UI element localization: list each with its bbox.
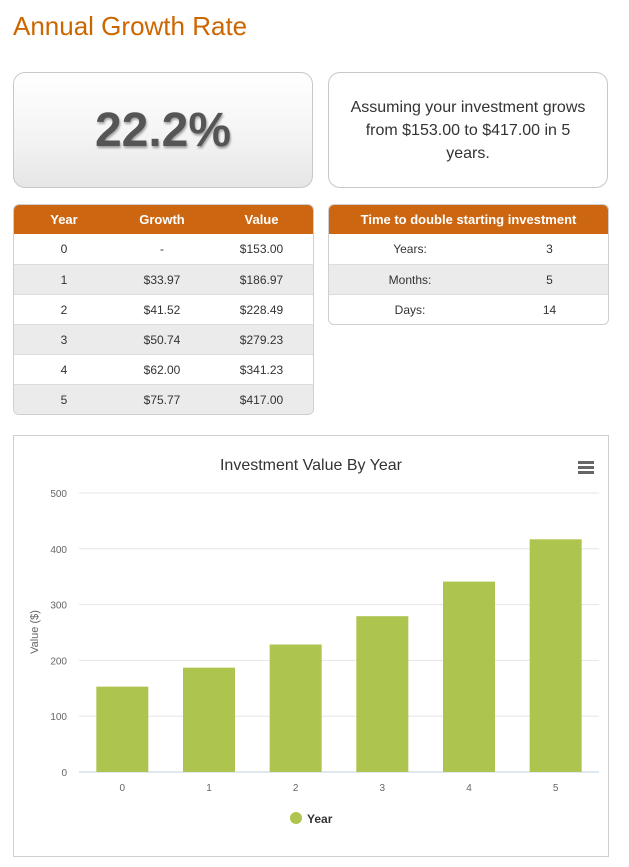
chart-bar[interactable]: [269, 644, 322, 772]
assumption-text: Assuming your investment grows from $153…: [350, 98, 586, 162]
y-tick-label: 200: [50, 656, 67, 667]
x-tick-label: 5: [553, 783, 559, 794]
value-cell: $279.23: [239, 332, 284, 347]
page-title: Annual Growth Rate: [13, 11, 248, 41]
period-value: 5: [546, 272, 553, 287]
x-axis-ticks: 0 1 2 3 4 5: [120, 783, 559, 794]
table-row: Days: 14: [329, 294, 608, 324]
y-tick-label: 400: [50, 545, 67, 556]
chart-bar[interactable]: [356, 616, 409, 772]
growth-table: Year Growth Value 0 - $153.00 1 $33.97 $…: [13, 204, 314, 415]
table-row: 5 $75.77 $417.00: [14, 384, 313, 414]
year-cell: 1: [60, 272, 68, 287]
y-axis-label: Value ($): [29, 610, 41, 654]
x-tick-label: 2: [293, 783, 299, 794]
growth-cell: $50.74: [143, 332, 181, 347]
table-row: 1 $33.97 $186.97: [14, 264, 313, 294]
growth-cell: $41.52: [143, 302, 181, 317]
year-cell: 0: [60, 242, 68, 256]
investment-chart: Investment Value By Year 0 100 200 300 400 50…: [13, 435, 609, 857]
hamburger-menu-icon[interactable]: [578, 461, 594, 475]
year-cell: 2: [60, 302, 68, 317]
chart-bars: [96, 539, 582, 772]
period-value: 3: [546, 242, 553, 256]
table-row: Years: 3: [329, 234, 608, 264]
period-label: Days:: [394, 302, 426, 317]
y-tick-label: 300: [50, 601, 67, 612]
value-cell: $341.23: [239, 362, 284, 377]
column-header-value: Value: [244, 212, 279, 227]
double-time-title: Time to double starting investment: [360, 212, 577, 227]
growth-table-header: Year Growth Value: [14, 205, 313, 234]
period-label: Years:: [393, 242, 427, 256]
growth-cell: $33.97: [143, 272, 181, 287]
chart-canvas: Investment Value By Year 010020030040050…: [29, 457, 599, 826]
legend-marker[interactable]: [290, 812, 302, 824]
y-tick-label: 0: [61, 768, 67, 779]
table-row: Months: 5: [329, 264, 608, 294]
period-value: 14: [542, 302, 557, 317]
value-cell: $228.49: [239, 302, 284, 317]
year-cell: 5: [60, 392, 68, 407]
x-tick-label: 3: [380, 783, 386, 794]
chart-bar[interactable]: [443, 581, 495, 772]
growth-cell: $75.77: [143, 392, 181, 407]
chart-title: Investment Value By Year: [220, 457, 403, 474]
chart-bar[interactable]: [96, 686, 149, 772]
table-row: 2 $41.52 $228.49: [14, 294, 313, 324]
year-cell: 4: [60, 362, 68, 377]
year-cell: 3: [60, 332, 68, 347]
growth-rate-value: 22.2%: [94, 103, 232, 157]
value-cell: $153.00: [239, 242, 284, 256]
assumption-panel: Assuming your investment grows from $153…: [328, 72, 608, 188]
chart-legend[interactable]: Year: [290, 812, 333, 826]
x-tick-label: 4: [466, 783, 472, 794]
chart-bar[interactable]: [183, 667, 235, 772]
y-tick-label: 100: [50, 712, 67, 723]
table-row: 0 - $153.00: [14, 234, 313, 264]
table-row: 3 $50.74 $279.23: [14, 324, 313, 354]
period-label: Months:: [388, 272, 432, 287]
legend-label[interactable]: Year: [307, 812, 333, 826]
y-tick-label: 500: [50, 489, 67, 500]
growth-cell: $62.00: [143, 362, 181, 377]
value-cell: $186.97: [239, 272, 284, 287]
table-row: 4 $62.00 $341.23: [14, 354, 313, 384]
growth-cell: -: [160, 242, 164, 256]
column-header-year: Year: [50, 212, 78, 227]
double-time-header: Time to double starting investment: [329, 205, 608, 234]
double-time-table: Time to double starting investment Years…: [328, 204, 609, 325]
column-header-growth: Growth: [139, 212, 185, 227]
x-tick-label: 0: [120, 783, 126, 794]
y-axis-ticks: 0 100 200 300 400 500: [50, 489, 67, 779]
x-tick-label: 1: [206, 783, 212, 794]
chart-bar[interactable]: [529, 539, 582, 772]
value-cell: $417.00: [239, 392, 284, 407]
growth-rate-panel: 22.2%: [13, 72, 313, 188]
chart-gridlines: [79, 492, 599, 773]
